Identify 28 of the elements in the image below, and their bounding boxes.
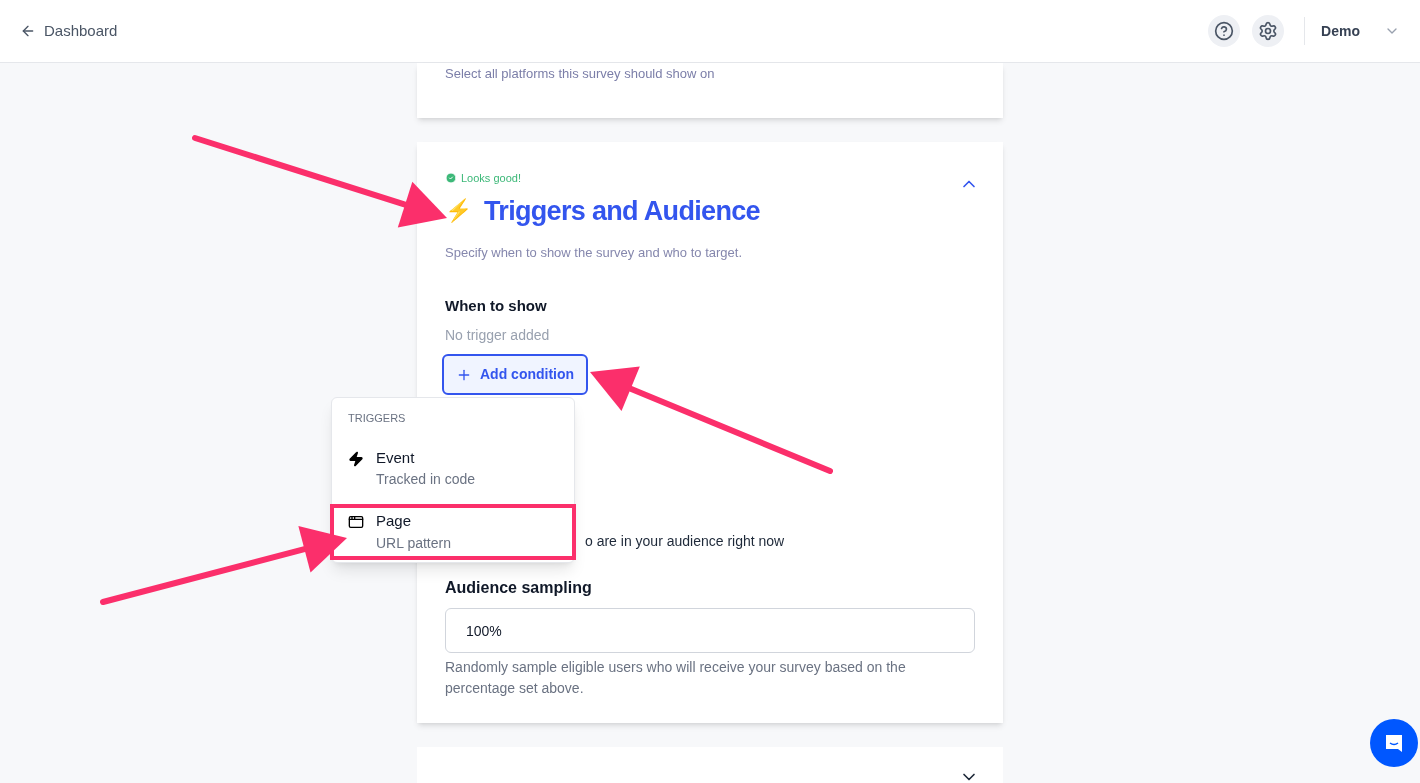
- sampling-help: Randomly sample eligible users who will receive your survey based on the percentage set above.: [445, 658, 907, 698]
- menu-item-description: Tracked in code: [376, 470, 476, 489]
- sampling-input[interactable]: 100%: [445, 608, 975, 653]
- audience-sampling-heading: Audience sampling: [445, 578, 593, 598]
- menu-heading: TRIGGERS: [347, 411, 407, 426]
- menu-item-label: Event: [376, 447, 416, 468]
- menu-item[interactable]: Event Tracked in code: [332, 438, 574, 498]
- section-subtitle: Specify when to show the survey and who to target.: [445, 244, 743, 262]
- add-condition-button[interactable]: Add condition: [442, 354, 589, 395]
- chat-icon: [1383, 732, 1405, 754]
- window-icon: [348, 514, 364, 530]
- status-badge: Looks good!: [445, 170, 975, 187]
- chat-button[interactable]: [1370, 719, 1418, 767]
- menu-item[interactable]: Page URL pattern: [332, 506, 574, 558]
- help-button[interactable]: [1208, 15, 1241, 47]
- user-menu[interactable]: Demo: [1317, 21, 1400, 41]
- settings-icon: [1258, 21, 1279, 41]
- lightning-icon: [348, 450, 364, 467]
- back-link[interactable]: Dashboard: [20, 19, 118, 43]
- help-icon: [1214, 21, 1235, 41]
- menu-item-description: URL pattern: [376, 533, 451, 553]
- menu-item-label: Page: [376, 511, 413, 531]
- settings-button[interactable]: [1252, 15, 1285, 47]
- empty-trigger-text: No trigger added: [445, 326, 551, 345]
- section-title: Triggers and Audience: [484, 194, 760, 228]
- section-emoji: ⚡: [445, 199, 472, 222]
- platforms-hint: Select all platforms this survey should show on: [445, 65, 716, 83]
- when-to-show-heading: When to show: [445, 295, 548, 316]
